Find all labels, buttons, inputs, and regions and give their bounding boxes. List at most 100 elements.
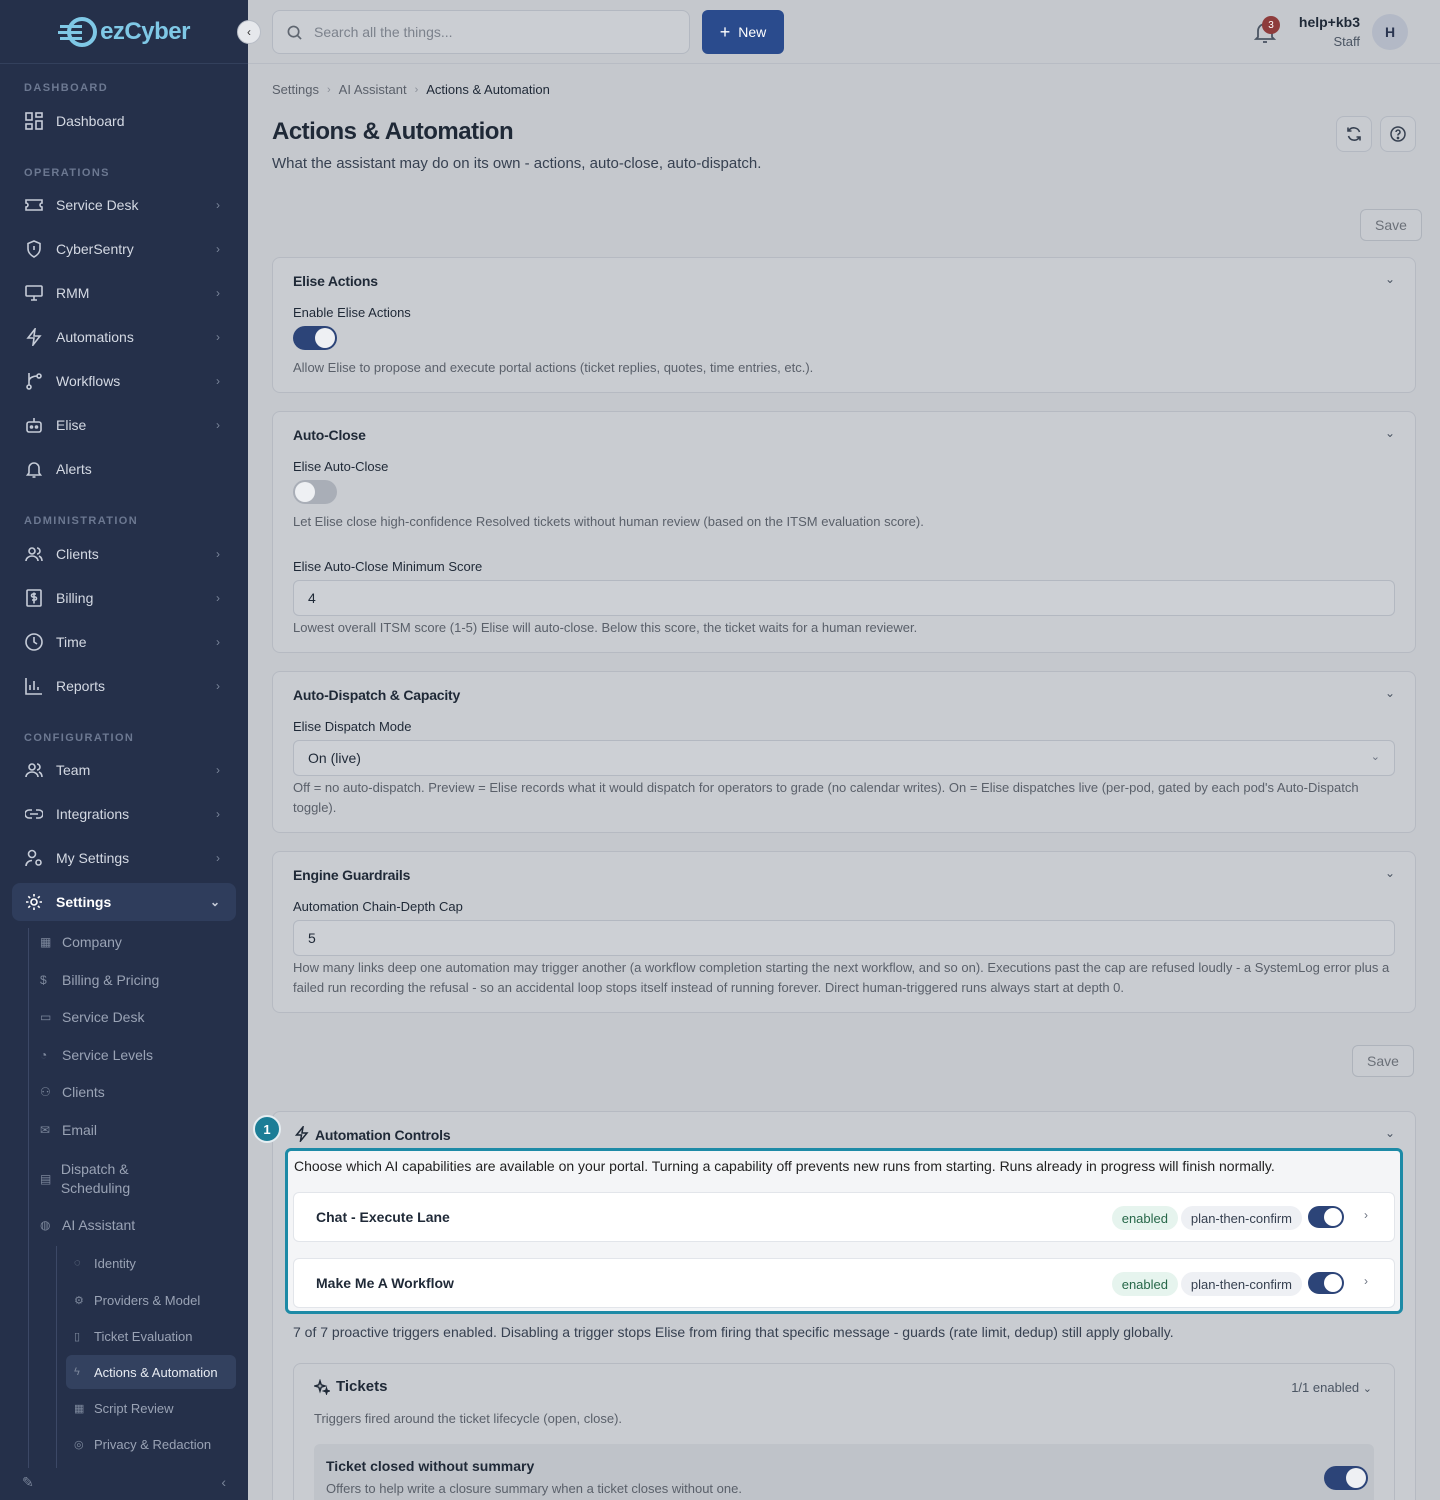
settings-sub-service-levels[interactable]: ◔ Service Levels [40, 1047, 236, 1063]
chain-depth-cap-input[interactable]: 5 [293, 920, 1395, 956]
collapse-sidebar-button[interactable]: ‹ [237, 20, 261, 44]
building-icon: ▦ [40, 935, 52, 949]
ai-sub-script-review[interactable]: ▦ Script Review [66, 1391, 236, 1425]
chevron-left-icon[interactable]: ‹ [221, 1474, 226, 1490]
ai-sub-actions-automation[interactable]: ϟ Actions & Automation [66, 1355, 236, 1389]
clock-icon [24, 632, 44, 652]
sidebar-item-rmm[interactable]: RMM › [12, 274, 236, 312]
refresh-button[interactable] [1336, 116, 1372, 152]
user-cog-icon [24, 848, 44, 868]
ai-sub-identity[interactable]: ◌ Identity [66, 1246, 236, 1280]
sidebar-item-service-desk[interactable]: Service Desk › [12, 186, 236, 224]
sidebar-item-time[interactable]: Time › [12, 623, 236, 661]
settings-sub-email[interactable]: ✉ Email [40, 1122, 236, 1138]
robot-icon [24, 415, 44, 435]
elise-auto-close-toggle[interactable] [293, 480, 337, 504]
settings-sub-service-desk[interactable]: ▭ Service Desk [40, 1009, 236, 1025]
save-button-bottom[interactable]: Save [1352, 1045, 1414, 1077]
submenu-rail [28, 928, 29, 1468]
settings-sub-billing-pricing[interactable]: $ Billing & Pricing [40, 972, 236, 988]
search-box[interactable] [272, 10, 690, 54]
sidebar-item-alerts[interactable]: Alerts [12, 450, 236, 488]
new-button-label: New [738, 24, 767, 40]
settings-sub-label: Email [62, 1122, 98, 1138]
sidebar-item-clients[interactable]: Clients › [12, 535, 236, 573]
dispatch-mode-select[interactable]: On (live) ⌄ [293, 740, 1395, 776]
chevron-right-icon[interactable]: › [1364, 1274, 1368, 1288]
card-title: Engine Guardrails [293, 867, 411, 883]
trigger-group-tickets: Tickets 1/1 enabled ⌄ Triggers fired aro… [293, 1363, 1395, 1500]
capability-toggle[interactable] [1308, 1206, 1344, 1228]
sidebar-item-label: Settings [56, 894, 112, 910]
trigger-group-count[interactable]: 1/1 enabled ⌄ [1291, 1380, 1372, 1395]
bolt-icon: ϟ [74, 1366, 80, 1378]
trigger-name: Ticket closed without summary [326, 1458, 535, 1474]
auto-close-score-input[interactable]: 4 [293, 580, 1395, 616]
robot-icon: ◍ [40, 1218, 51, 1232]
settings-sub-label: Dispatch & Scheduling [60, 1161, 131, 1196]
user-role: Staff [1333, 34, 1360, 49]
sidebar-item-elise[interactable]: Elise › [12, 406, 236, 444]
sidebar-item-my-settings[interactable]: My Settings › [12, 839, 236, 877]
new-button[interactable]: + New [702, 10, 784, 54]
breadcrumb-item[interactable]: AI Assistant [339, 82, 407, 97]
ai-sub-providers-model[interactable]: ⚙ Providers & Model [66, 1283, 236, 1317]
edit-icon[interactable]: ✎ [22, 1474, 34, 1491]
sidebar-item-billing[interactable]: Billing › [12, 579, 236, 617]
enable-elise-actions-toggle[interactable] [293, 326, 337, 350]
sidebar-item-label: RMM [56, 285, 90, 301]
sidebar-item-reports[interactable]: Reports › [12, 667, 236, 705]
branch-icon [24, 371, 44, 391]
save-button-top[interactable]: Save [1360, 209, 1422, 241]
sidebar-item-integrations[interactable]: Integrations › [12, 795, 236, 833]
trigger-row: Ticket closed without summary Offers to … [314, 1444, 1374, 1500]
sidebar-item-label: CyberSentry [56, 241, 134, 257]
ai-sub-privacy-redaction[interactable]: ◎ Privacy & Redaction [66, 1427, 236, 1461]
breadcrumb-item[interactable]: Settings [272, 82, 319, 97]
search-input[interactable] [314, 24, 654, 40]
field-label: Automation Chain-Depth Cap [293, 899, 463, 914]
trigger-toggle[interactable] [1324, 1466, 1368, 1490]
sidebar-item-settings[interactable]: Settings ⌄ [12, 883, 236, 921]
sidebar: ezCyber ‹ DASHBOARD Dashboard OPERATIONS… [0, 0, 261, 1500]
card-title: Automation Controls [315, 1127, 451, 1143]
settings-sub-clients[interactable]: ⚇ Clients [40, 1084, 236, 1100]
chevron-down-icon[interactable]: ⌄ [1385, 866, 1395, 880]
sidebar-item-label: Dashboard [56, 113, 125, 129]
chevron-down-icon[interactable]: ⌄ [1385, 1126, 1395, 1140]
chevron-down-icon[interactable]: ⌄ [1385, 686, 1395, 700]
field-label: Elise Auto-Close Minimum Score [293, 559, 483, 574]
chevron-right-icon: › [216, 242, 220, 256]
settings-sub-dispatch-scheduling[interactable]: ▤ Dispatch & Scheduling [40, 1160, 190, 1198]
sidebar-item-label: Service Desk [56, 197, 139, 213]
capability-toggle[interactable] [1308, 1272, 1344, 1294]
chevron-right-icon: › [216, 198, 220, 212]
status-badge: enabled [1111, 1206, 1178, 1230]
sidebar-item-dashboard[interactable]: Dashboard [12, 102, 236, 140]
logo[interactable]: ezCyber [58, 15, 190, 49]
help-button[interactable] [1380, 116, 1416, 152]
chevron-down-icon[interactable]: ⌄ [1385, 426, 1395, 440]
card-auto-dispatch: Auto-Dispatch & Capacity ⌄ Elise Dispatc… [272, 671, 1416, 833]
avatar[interactable]: H [1372, 14, 1408, 50]
ticket-icon [24, 195, 44, 215]
capability-row[interactable]: Chat - Execute Lane enabled plan-then-co… [293, 1192, 1395, 1242]
cog-icon: ⚙ [74, 1294, 84, 1307]
settings-sub-company[interactable]: ▦ Company [40, 934, 236, 950]
breadcrumb: Settings › AI Assistant › Actions & Auto… [272, 82, 550, 97]
sidebar-item-automations[interactable]: Automations › [12, 318, 236, 356]
ai-sub-ticket-evaluation[interactable]: ▯ Ticket Evaluation [66, 1319, 236, 1353]
sidebar-item-workflows[interactable]: Workflows › [12, 362, 236, 400]
capability-row[interactable]: Make Me A Workflow enabled plan-then-con… [293, 1258, 1395, 1308]
settings-sub-ai-assistant[interactable]: ◍ AI Assistant [40, 1217, 236, 1233]
chevron-down-icon: ⌄ [209, 895, 220, 909]
chevron-down-icon[interactable]: ⌄ [1385, 272, 1395, 286]
sidebar-footer: ✎ ‹ [0, 1464, 248, 1500]
users-icon [24, 544, 44, 564]
sidebar-item-team[interactable]: Team › [12, 751, 236, 789]
sidebar-item-cybersentry[interactable]: CyberSentry › [12, 230, 236, 268]
breadcrumb-current: Actions & Automation [426, 82, 550, 97]
chevron-right-icon[interactable]: › [1364, 1208, 1368, 1222]
calendar-icon: ▤ [40, 1171, 52, 1186]
sidebar-item-label: Billing [56, 590, 94, 606]
